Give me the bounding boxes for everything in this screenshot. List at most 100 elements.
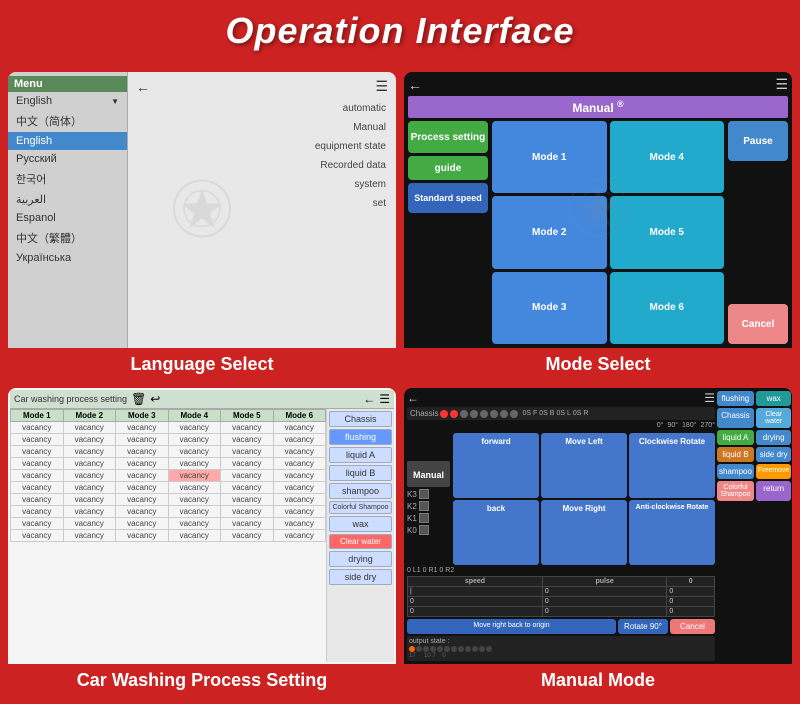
liquid-b-btn[interactable]: liquid B — [717, 447, 754, 462]
manual-cancel-btn[interactable]: Cancel — [670, 619, 715, 634]
btn-wax[interactable]: wax — [329, 516, 392, 532]
cancel-btn[interactable]: Cancel — [728, 304, 788, 344]
btn-chassis[interactable]: Chassis — [329, 411, 392, 427]
manual-right-buttons: flushing wax Chassis Clear water liquid … — [717, 391, 789, 661]
nav-manual[interactable]: Manual — [134, 120, 390, 135]
flushing-btn[interactable]: flushing — [717, 391, 754, 406]
speed-val-2: 0 — [408, 597, 543, 607]
dot-2 — [450, 410, 458, 418]
out-dot-9 — [465, 646, 471, 652]
clear-water-btn[interactable]: Clear water — [756, 408, 792, 428]
pause-btn[interactable]: Pause — [728, 121, 788, 161]
angle-180: 180° — [682, 422, 696, 429]
col-mode1: Mode 1 — [11, 410, 64, 422]
mode6-btn[interactable]: Mode 6 — [610, 272, 725, 344]
k3-checkbox[interactable] — [419, 489, 429, 499]
nav-equipment-state[interactable]: equipment state — [134, 139, 390, 154]
move-right-btn[interactable]: Move Right — [541, 500, 627, 565]
back-btn[interactable]: back — [453, 500, 539, 565]
nav-automatic[interactable]: automatic — [134, 101, 390, 116]
guide-btn[interactable]: guide — [408, 156, 488, 180]
mode-menu-icon[interactable]: ☰ — [775, 76, 788, 93]
btn-colorful-shampoo[interactable]: Colorful Shampoo — [329, 501, 392, 514]
nav-system[interactable]: system — [134, 177, 390, 192]
panel-manual-screen: ← ☰ Chassis 0S F — [404, 388, 792, 664]
table-row: vacancyvacancyvacancyvacancyvacancyvacan… — [11, 518, 326, 530]
forward-btn[interactable]: forward — [453, 433, 539, 498]
mode2-btn[interactable]: Mode 2 — [492, 196, 607, 268]
lang-item-espanol[interactable]: Espanol — [8, 209, 127, 227]
standard-speed-btn[interactable]: Standard speed — [408, 183, 488, 213]
shampoo-btn[interactable]: shampoo — [717, 464, 754, 479]
btn-clear-water[interactable]: Clear water — [329, 534, 392, 549]
out-dot-11 — [479, 646, 485, 652]
btn-drying[interactable]: drying — [329, 551, 392, 567]
angle-90: 90° — [667, 422, 678, 429]
chassis-btn-r[interactable]: Chassis — [717, 408, 754, 428]
clockwise-btn[interactable]: Clockwise Rotate — [629, 433, 715, 498]
lang-item-chinese-simplified[interactable]: 中文（简体） — [8, 110, 127, 132]
wash-undo-icon[interactable]: ↩ — [150, 392, 160, 406]
lang-item-english-active[interactable]: English — [8, 132, 127, 150]
side-dry-btn[interactable]: side dry — [756, 447, 792, 462]
lang-item-russian[interactable]: Русский — [8, 150, 127, 168]
k0-checkbox[interactable] — [419, 525, 429, 535]
wash-table-area: Mode 1 Mode 2 Mode 3 Mode 4 Mode 5 Mode … — [10, 409, 326, 662]
drying-btn[interactable]: drying — [756, 430, 792, 445]
k2-checkbox[interactable] — [419, 501, 429, 511]
zero-val-3: 0 — [667, 607, 715, 617]
nav-set[interactable]: set — [134, 196, 390, 211]
btn-flushing[interactable]: flushing — [329, 429, 392, 445]
manual-top-bar: ← ☰ — [407, 391, 715, 405]
manual-back-arrow[interactable]: ← — [407, 391, 419, 405]
manual-menu-icon[interactable]: ☰ — [704, 391, 715, 405]
nav-recorded-data[interactable]: Recorded data — [134, 158, 390, 173]
mode1-btn[interactable]: Mode 1 — [492, 121, 607, 193]
back-arrow[interactable]: ← — [136, 79, 150, 95]
anticlockwise-btn[interactable]: Anti-clockwise Rotate — [629, 500, 715, 565]
menu-title: Menu — [8, 76, 127, 92]
lang-item-english-top[interactable]: English — [8, 92, 127, 110]
manual-label-text: Manual — [413, 470, 444, 480]
colorful-shampoo-btn[interactable]: Colorful Shampoo — [717, 481, 754, 501]
out-dot-10 — [472, 646, 478, 652]
return-btn[interactable]: return — [756, 481, 792, 501]
lang-item-arabic[interactable]: العربية — [8, 190, 127, 209]
btn-shampoo[interactable]: shampoo — [329, 483, 392, 499]
mode3-btn[interactable]: Mode 3 — [492, 272, 607, 344]
dot-5 — [480, 410, 488, 418]
k1-checkbox[interactable] — [419, 513, 429, 523]
btn-side-dry[interactable]: side dry — [329, 569, 392, 585]
move-left-btn[interactable]: Move Left — [541, 433, 627, 498]
panel-language-label: Language Select — [8, 348, 396, 380]
freemove-btn[interactable]: Freemove — [756, 464, 792, 479]
wash-back-arrow[interactable]: ← — [363, 392, 375, 406]
k-labels-col: Manual K3 K2 K1 — [407, 431, 450, 565]
liquid-a-btn[interactable]: liquid A — [717, 430, 754, 445]
mode-right-column: Pause Cancel — [728, 121, 788, 344]
panel-language: Menu English 中文（简体） English Русский 한국어 … — [8, 72, 396, 380]
move-right-origin-btn[interactable]: Move right back to origin — [407, 619, 616, 634]
rotate-90-btn[interactable]: Rotate 90° — [618, 619, 668, 634]
mode4-btn[interactable]: Mode 4 — [610, 121, 725, 193]
wash-menu-icon[interactable]: ☰ — [379, 392, 390, 406]
lang-item-chinese-trad[interactable]: 中文（繁體） — [8, 227, 127, 249]
menu-icon[interactable]: ☰ — [375, 78, 388, 95]
lang-item-ukrainian[interactable]: Українська — [8, 249, 127, 267]
wash-delete-icon[interactable]: 🗑 — [131, 392, 146, 406]
btn-liquid-a[interactable]: liquid A — [329, 447, 392, 463]
wax-btn[interactable]: wax — [756, 391, 792, 406]
table-row: vacancyvacancyvacancyvacancyvacancyvacan… — [11, 506, 326, 518]
angle-0: 0° — [657, 422, 664, 429]
col-mode4: Mode 4 — [168, 410, 221, 422]
process-setting-btn[interactable]: Process setting — [408, 121, 488, 153]
lang-item-korean[interactable]: 한국어 — [8, 168, 127, 190]
dot-4 — [470, 410, 478, 418]
mode-back-arrow[interactable]: ← — [408, 77, 422, 93]
out-dot-12 — [486, 646, 492, 652]
angle-0r: 0S R — [573, 410, 589, 417]
btn-liquid-b[interactable]: liquid B — [329, 465, 392, 481]
manual-control-area: Manual K3 K2 K1 — [407, 431, 715, 565]
panel-mode-screen: ← ☰ Manual ® Process setting guide Stand… — [404, 72, 792, 348]
mode5-btn[interactable]: Mode 5 — [610, 196, 725, 268]
